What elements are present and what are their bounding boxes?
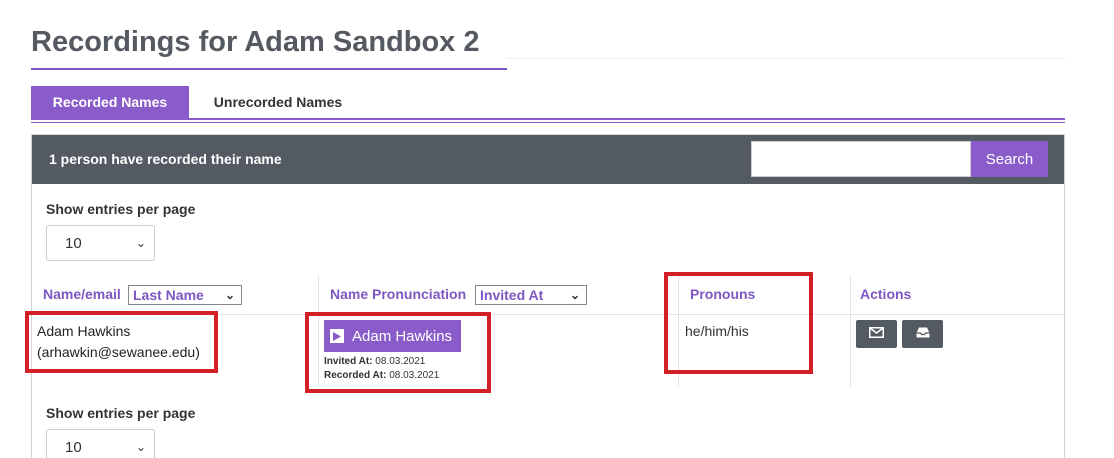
- highlight-box-pronunciation: [305, 312, 491, 393]
- inbox-button[interactable]: [902, 320, 943, 348]
- search-button[interactable]: Search: [971, 141, 1048, 177]
- recorded-count-text: 1 person have recorded their name: [49, 151, 282, 167]
- chevron-down-icon: ⌄: [224, 288, 235, 302]
- page: Recordings for Adam Sandbox 2 Recorded N…: [0, 0, 1114, 458]
- column-divider: [850, 275, 851, 387]
- name-sort-select[interactable]: Last Name ⌄: [128, 285, 242, 305]
- entries-per-page-select-bottom[interactable]: 10 ⌄: [46, 429, 155, 458]
- column-header-name-pronunciation: Name Pronunciation: [330, 286, 467, 302]
- tab-recorded-names[interactable]: Recorded Names: [31, 86, 189, 118]
- tab-underline: [31, 118, 1065, 120]
- search-input[interactable]: [751, 141, 971, 177]
- chevron-down-icon: ⌄: [569, 288, 580, 302]
- pronunciation-sort-value: Invited At: [480, 287, 544, 303]
- highlight-box-name-email: [25, 311, 218, 373]
- pronunciation-sort-select[interactable]: Invited At ⌄: [475, 285, 587, 305]
- entries-select-value: 10: [65, 234, 82, 252]
- column-header-name-email: Name/email: [43, 286, 121, 302]
- tab-unrecorded-names[interactable]: Unrecorded Names: [189, 86, 367, 118]
- page-title: Recordings for Adam Sandbox 2: [31, 26, 480, 58]
- entries-per-page-label: Show entries per page: [46, 201, 196, 217]
- entries-per-page-label-bottom: Show entries per page: [46, 405, 196, 421]
- title-underline: [31, 68, 507, 70]
- name-sort-value: Last Name: [133, 287, 204, 303]
- email-button[interactable]: [856, 320, 897, 348]
- column-header-actions: Actions: [860, 286, 912, 302]
- panel-header: 1 person have recorded their name Search: [32, 135, 1064, 184]
- chevron-down-icon: ⌄: [135, 440, 146, 454]
- tab-underline-thin: [31, 122, 1065, 123]
- chevron-down-icon: ⌄: [135, 236, 146, 250]
- entries-select-value: 10: [65, 438, 82, 456]
- inbox-icon: [916, 325, 930, 343]
- entries-per-page-select[interactable]: 10 ⌄: [46, 225, 155, 261]
- highlight-box-pronouns: [664, 272, 813, 374]
- recordings-panel: 1 person have recorded their name Search…: [31, 134, 1065, 458]
- title-rule: [507, 58, 1065, 59]
- envelope-icon: [869, 325, 884, 343]
